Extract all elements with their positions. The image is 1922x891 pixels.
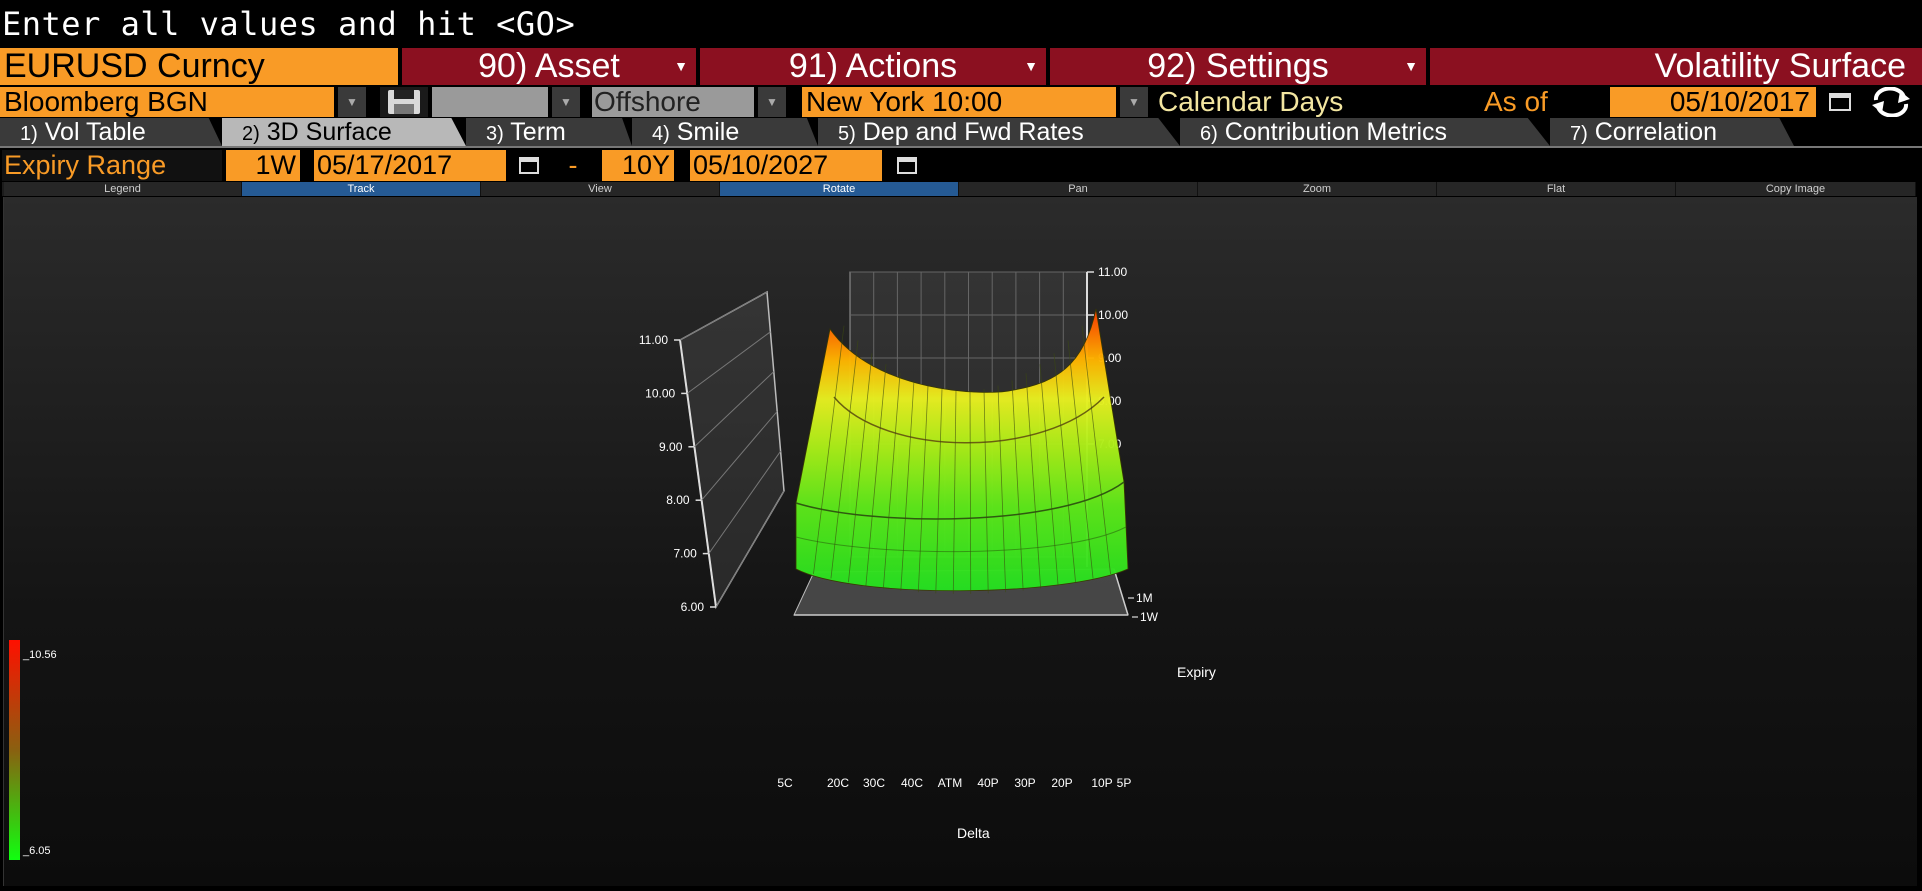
tab-label: Vol Table — [44, 118, 146, 146]
track-button[interactable]: Track — [242, 182, 481, 196]
refresh-icon[interactable] — [1866, 86, 1916, 118]
zoom-button[interactable]: Zoom — [1198, 182, 1437, 196]
copy-image-button[interactable]: Copy Image — [1676, 182, 1916, 196]
tab-label: Smile — [676, 118, 740, 146]
security-field[interactable]: EURUSD Curncy — [0, 48, 398, 85]
tab-number: 7) — [1570, 123, 1588, 145]
calendar-icon[interactable] — [888, 150, 926, 181]
legend-button[interactable]: Legend — [4, 182, 242, 196]
x-axis-label: Delta — [957, 825, 990, 841]
z-tick-label: 8.00 — [666, 493, 690, 507]
colorbar — [9, 640, 20, 860]
colorbar-min-label: _6.05 — [22, 845, 51, 857]
as-of-label: As of — [1484, 86, 1548, 117]
tab-number: 2) — [242, 123, 260, 145]
chevron-down-icon: ▼ — [1404, 58, 1418, 74]
x-tick-label: 5P — [1117, 776, 1132, 790]
asset-menu-label: 90) Asset — [478, 47, 620, 85]
x-tick-label: 20P — [1051, 776, 1072, 790]
chevron-down-icon[interactable]: ▼ — [1120, 87, 1148, 117]
tab-term[interactable]: 3) Term — [466, 118, 632, 146]
command-line[interactable]: Enter all values and hit <GO> — [0, 0, 1922, 48]
z-tick-label: 10.00 — [645, 386, 675, 400]
z-tick-label: 9.00 — [659, 440, 683, 454]
calendar-icon[interactable] — [510, 150, 548, 181]
x-tick-label: 10P — [1091, 776, 1112, 790]
actions-menu-label: 91) Actions — [788, 47, 958, 85]
as-of-date-field[interactable]: 05/10/2017 — [1610, 87, 1816, 117]
surface-chart-area[interactable]: _10.56 _6.05 11.00 10.00 9.00 8.00 7.00 6.00 … — [3, 197, 1917, 886]
tab-correlation[interactable]: 7) Correlation — [1550, 118, 1794, 146]
tab-number: 5) — [838, 123, 856, 145]
tab-label: Contribution Metrics — [1224, 118, 1448, 146]
left-axis-wall: 11.00 10.00 9.00 8.00 7.00 6.00 — [639, 290, 785, 614]
tab-number: 3) — [486, 123, 504, 145]
settings-menu-label: 92) Settings — [1147, 47, 1329, 85]
z-tick-label: 7.00 — [673, 547, 697, 561]
tab-dep-fwd-rates[interactable]: 5) Dep and Fwd Rates — [818, 118, 1180, 146]
expiry-from-date[interactable]: 05/17/2017 — [314, 150, 506, 181]
pan-button[interactable]: Pan — [959, 182, 1198, 196]
calendar-icon[interactable] — [1822, 87, 1858, 117]
tab-vol-table[interactable]: 1) Vol Table — [0, 118, 222, 146]
x-tick-label: ATM — [938, 776, 962, 790]
expiry-from-tenor[interactable]: 1W — [226, 150, 300, 181]
z-tick-label: 6.00 — [681, 600, 705, 614]
range-separator: - — [568, 150, 578, 180]
market-select[interactable]: Offshore — [592, 87, 754, 117]
tab-smile[interactable]: 4) Smile — [632, 118, 818, 146]
expiry-to-date[interactable]: 05/10/2027 — [690, 150, 882, 181]
snap-time-select[interactable]: New York 10:00 — [802, 87, 1116, 117]
back-z-tick-label: 10.00 — [1098, 308, 1128, 322]
x-tick-label: 40P — [977, 776, 998, 790]
tab-label: Correlation — [1594, 118, 1718, 146]
save-icon[interactable] — [380, 87, 428, 117]
chevron-down-icon: ▼ — [1024, 58, 1038, 74]
tab-label: 3D Surface — [266, 118, 392, 146]
flat-button[interactable]: Flat — [1437, 182, 1676, 196]
day-basis-label[interactable]: Calendar Days — [1158, 87, 1428, 117]
chevron-down-icon[interactable]: ▼ — [338, 87, 366, 117]
tab-label: Dep and Fwd Rates — [862, 118, 1084, 146]
settings-menu-button[interactable]: 92) Settings ▼ — [1050, 48, 1426, 85]
x-tick-label: 5C — [777, 776, 793, 790]
y-tick-label: 1M — [1136, 591, 1153, 605]
pricing-source-select[interactable]: Bloomberg BGN — [0, 87, 334, 117]
volatility-surface-chart[interactable]: _10.56 _6.05 11.0010.009.008.007.006.00 … — [4, 197, 1918, 886]
asset-menu-button[interactable]: 90) Asset ▼ — [402, 48, 696, 85]
tab-contribution-metrics[interactable]: 6) Contribution Metrics — [1180, 118, 1550, 146]
tab-divider — [0, 146, 1922, 148]
tab-label: Term — [510, 118, 566, 146]
tab-number: 1) — [20, 123, 38, 145]
colorbar-max-label: _10.56 — [22, 649, 57, 661]
page-title: Volatility Surface — [1430, 48, 1922, 85]
view-button[interactable]: View — [481, 182, 720, 196]
tab-number: 4) — [652, 123, 670, 145]
x-tick-label: 30C — [863, 776, 885, 790]
x-tick-label: 20C — [827, 776, 849, 790]
tab-number: 6) — [1200, 123, 1218, 145]
chevron-down-icon: ▼ — [674, 58, 688, 74]
expiry-range-label: Expiry Range — [2, 150, 222, 181]
snapshot-field[interactable] — [432, 87, 548, 117]
tab-3d-surface[interactable]: 2) 3D Surface — [222, 118, 466, 146]
actions-menu-button[interactable]: 91) Actions ▼ — [700, 48, 1046, 85]
back-z-tick-label: 11.00 — [1098, 265, 1127, 279]
x-tick-label: 40C — [901, 776, 923, 790]
y-tick-label: 1W — [1140, 610, 1159, 624]
z-tick-label: 11.00 — [639, 333, 668, 347]
expiry-to-tenor[interactable]: 10Y — [602, 150, 674, 181]
chevron-down-icon[interactable]: ▼ — [758, 87, 786, 117]
chevron-down-icon[interactable]: ▼ — [552, 87, 580, 117]
x-tick-label: 30P — [1014, 776, 1035, 790]
y-axis-label: Expiry — [1177, 664, 1216, 680]
rotate-button[interactable]: Rotate — [720, 182, 959, 196]
